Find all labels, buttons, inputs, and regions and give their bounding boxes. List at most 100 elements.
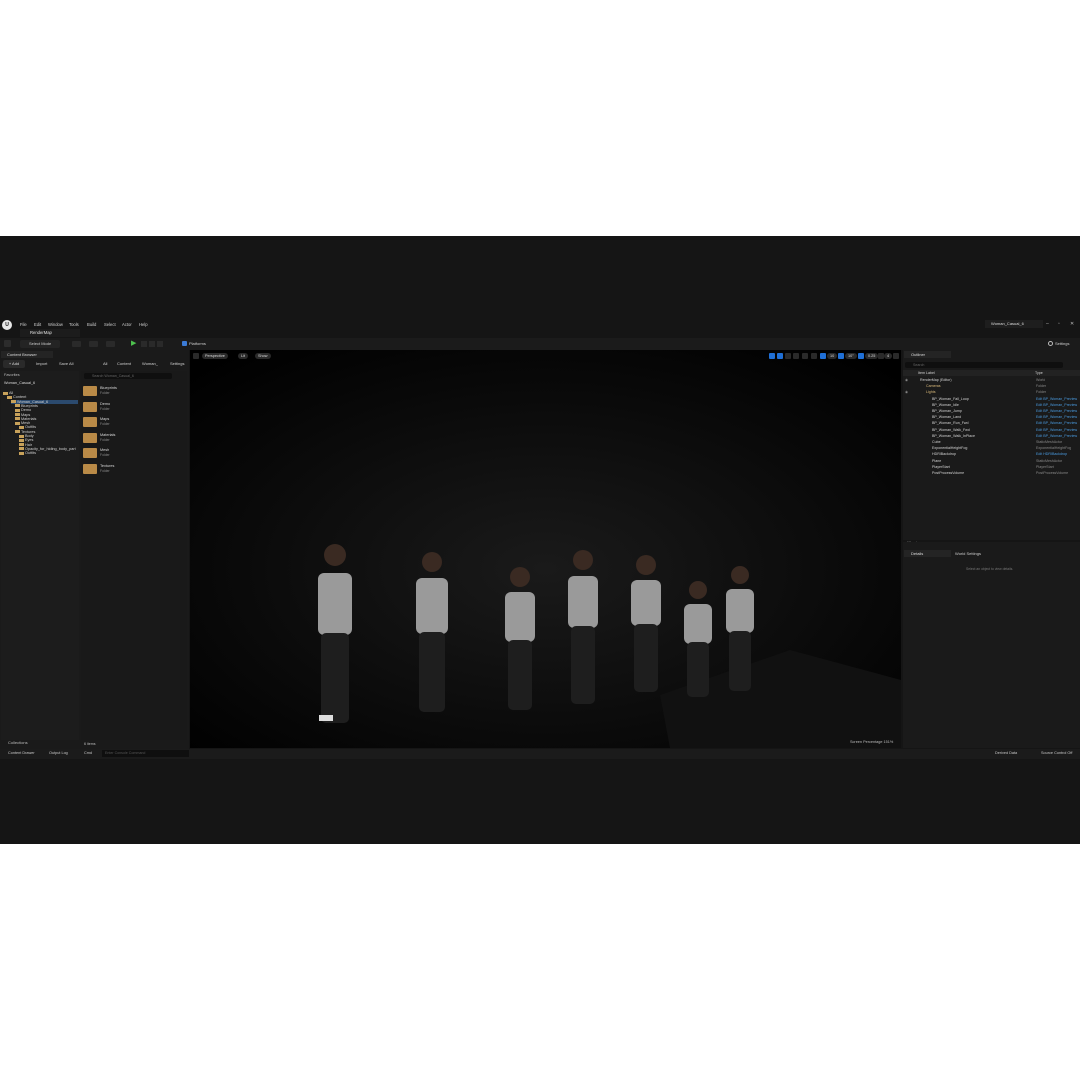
column-item-label[interactable]: Item Label xyxy=(918,371,935,375)
output-log-button[interactable]: Output Log xyxy=(49,751,68,755)
lit-button[interactable]: Lit xyxy=(238,353,249,359)
tree-root-header[interactable]: Woman_Casual_6 xyxy=(4,381,35,385)
outliner-search-input[interactable]: Search xyxy=(905,362,1063,368)
import-button[interactable]: Import xyxy=(36,360,47,368)
folder-name[interactable]: Textures xyxy=(100,464,114,468)
menu-file[interactable]: File xyxy=(20,322,27,327)
outliner-item-label[interactable]: BP_Woman_Run_Fwd xyxy=(932,421,969,425)
folder-icon[interactable] xyxy=(83,386,97,396)
viewport-layout-icon[interactable] xyxy=(893,353,899,359)
outliner-item-type[interactable]: Edit BP_Woman_Preview xyxy=(1036,409,1077,413)
scale-snap-icon[interactable] xyxy=(858,353,864,359)
source-control-button[interactable]: Source Control Off xyxy=(1041,751,1072,755)
outliner-item-label[interactable]: BP_Woman_Land xyxy=(932,415,961,419)
outliner-item-label[interactable]: PlayerStart xyxy=(932,465,950,469)
camera-speed-value[interactable]: 4 xyxy=(884,353,893,359)
folder-icon[interactable] xyxy=(83,432,97,443)
outliner-item-type[interactable]: Edit BP_Woman_Preview xyxy=(1036,434,1077,438)
outliner-item-label[interactable]: HDRIBackdrop xyxy=(932,452,956,456)
details-tab[interactable]: Details xyxy=(904,550,951,557)
save-icon[interactable] xyxy=(4,340,11,347)
visibility-eye-icon[interactable]: ◉ xyxy=(905,390,908,394)
outliner-item-label[interactable]: BP_Woman_Walk_Fwd xyxy=(932,428,970,432)
step-icon[interactable] xyxy=(141,341,147,347)
outliner-item-label[interactable]: PostProcessVolume xyxy=(932,471,964,475)
grid-snap-value[interactable]: 10 xyxy=(827,353,838,359)
add-actor-icon[interactable] xyxy=(72,341,81,347)
menu-tools[interactable]: Tools xyxy=(69,322,79,327)
outliner-item-label[interactable]: RenderMap (Editor) xyxy=(920,378,952,382)
save-all-button[interactable]: Save All xyxy=(59,360,73,368)
scale-snap-value[interactable]: 0.25 xyxy=(865,353,879,359)
unreal-logo-icon[interactable]: U xyxy=(2,320,12,330)
cb-settings-button[interactable]: Settings xyxy=(170,360,184,368)
outliner-item-label[interactable]: ExponentialHeightFog xyxy=(932,446,967,450)
add-button[interactable]: + Add xyxy=(3,360,25,368)
cmd-dropdown[interactable]: Cmd xyxy=(84,751,92,755)
folder-name[interactable]: Mesh xyxy=(100,448,109,452)
menu-select[interactable]: Select xyxy=(104,322,116,327)
outliner-item-type[interactable]: Edit HDRIBackdrop xyxy=(1036,452,1067,456)
world-settings-tab[interactable]: World Settings xyxy=(955,551,981,556)
folder-icon[interactable] xyxy=(83,463,97,474)
visibility-eye-icon[interactable]: ◉ xyxy=(905,378,908,382)
translate-tool-icon[interactable] xyxy=(777,353,783,359)
outliner-item-label[interactable]: Cameras xyxy=(926,384,941,388)
console-command-input[interactable]: Enter Console Command xyxy=(102,750,189,757)
tree-item[interactable]: Outfits xyxy=(19,451,36,455)
outliner-item-label[interactable]: BP_Woman_Fall_Loop xyxy=(932,397,969,401)
eject-icon[interactable] xyxy=(157,341,163,347)
menu-build[interactable]: Build xyxy=(87,322,96,327)
rotation-snap-icon[interactable] xyxy=(838,353,844,359)
level-viewport[interactable] xyxy=(190,350,901,748)
project-tab[interactable]: Woman_Casual_6 xyxy=(985,320,1043,328)
surface-snap-icon[interactable] xyxy=(811,353,817,359)
minimize-icon[interactable]: – xyxy=(1046,321,1049,327)
content-browser-tab[interactable]: Content Browser xyxy=(1,351,53,358)
viewport-menu-icon[interactable] xyxy=(193,353,199,359)
grid-snap-icon[interactable] xyxy=(820,353,826,359)
outliner-item-type[interactable]: Edit BP_Woman_Preview xyxy=(1036,403,1077,407)
outliner-item-label[interactable]: Plane xyxy=(932,459,941,463)
close-icon[interactable]: ✕ xyxy=(1070,321,1074,327)
outliner-item-type[interactable]: Edit BP_Woman_Preview xyxy=(1036,397,1077,401)
play-icon[interactable]: ▶ xyxy=(131,340,138,347)
outliner-item-label[interactable]: BP_Woman_Jump xyxy=(932,409,962,413)
folder-name[interactable]: Maps xyxy=(100,417,109,421)
cinematics-icon[interactable] xyxy=(106,341,115,347)
outliner-item-label[interactable]: Cube xyxy=(932,440,941,444)
menu-help[interactable]: Help xyxy=(139,322,148,327)
content-drawer-button[interactable]: Content Drawer xyxy=(8,751,35,755)
rotation-snap-value[interactable]: 10° xyxy=(845,353,857,359)
asset-search-input[interactable]: Search Woman_Casual_6 xyxy=(84,373,172,379)
scale-tool-icon[interactable] xyxy=(793,353,799,359)
map-tab[interactable]: RenderMap xyxy=(20,329,80,337)
breadcrumb-content[interactable]: Content xyxy=(117,360,131,368)
folder-icon[interactable] xyxy=(83,448,97,458)
show-button[interactable]: Show xyxy=(255,353,271,359)
outliner-tab[interactable]: Outliner xyxy=(904,351,951,358)
outliner-item-type[interactable]: Edit BP_Woman_Preview xyxy=(1036,415,1077,419)
platforms-button[interactable]: Platforms xyxy=(189,340,206,348)
outliner-item-label[interactable]: BP_Woman_Walk_InPlace xyxy=(932,434,975,438)
stop-icon[interactable] xyxy=(149,341,155,347)
folder-icon[interactable] xyxy=(83,401,97,412)
world-space-icon[interactable] xyxy=(802,353,808,359)
outliner-item-type[interactable]: Edit BP_Woman_Preview xyxy=(1036,421,1077,425)
perspective-button[interactable]: Perspective xyxy=(202,353,228,359)
rotate-tool-icon[interactable] xyxy=(785,353,791,359)
outliner-item-label[interactable]: Lights xyxy=(926,390,936,394)
column-type[interactable]: Type xyxy=(1035,371,1043,375)
menu-edit[interactable]: Edit xyxy=(34,322,41,327)
maximize-icon[interactable]: ▫ xyxy=(1058,321,1060,327)
folder-name[interactable]: Blueprints xyxy=(100,386,117,390)
select-tool-icon[interactable] xyxy=(769,353,775,359)
blueprint-icon[interactable] xyxy=(89,341,98,347)
menu-window[interactable]: Window xyxy=(48,322,63,327)
menu-actor[interactable]: Actor xyxy=(122,322,132,327)
outliner-item-label[interactable]: BP_Woman_Idle xyxy=(932,403,959,407)
breadcrumb-all[interactable]: All xyxy=(103,360,107,368)
folder-icon[interactable] xyxy=(83,417,97,427)
favorites-header[interactable]: Favorites xyxy=(4,373,20,377)
folder-name[interactable]: Materials xyxy=(100,433,115,437)
